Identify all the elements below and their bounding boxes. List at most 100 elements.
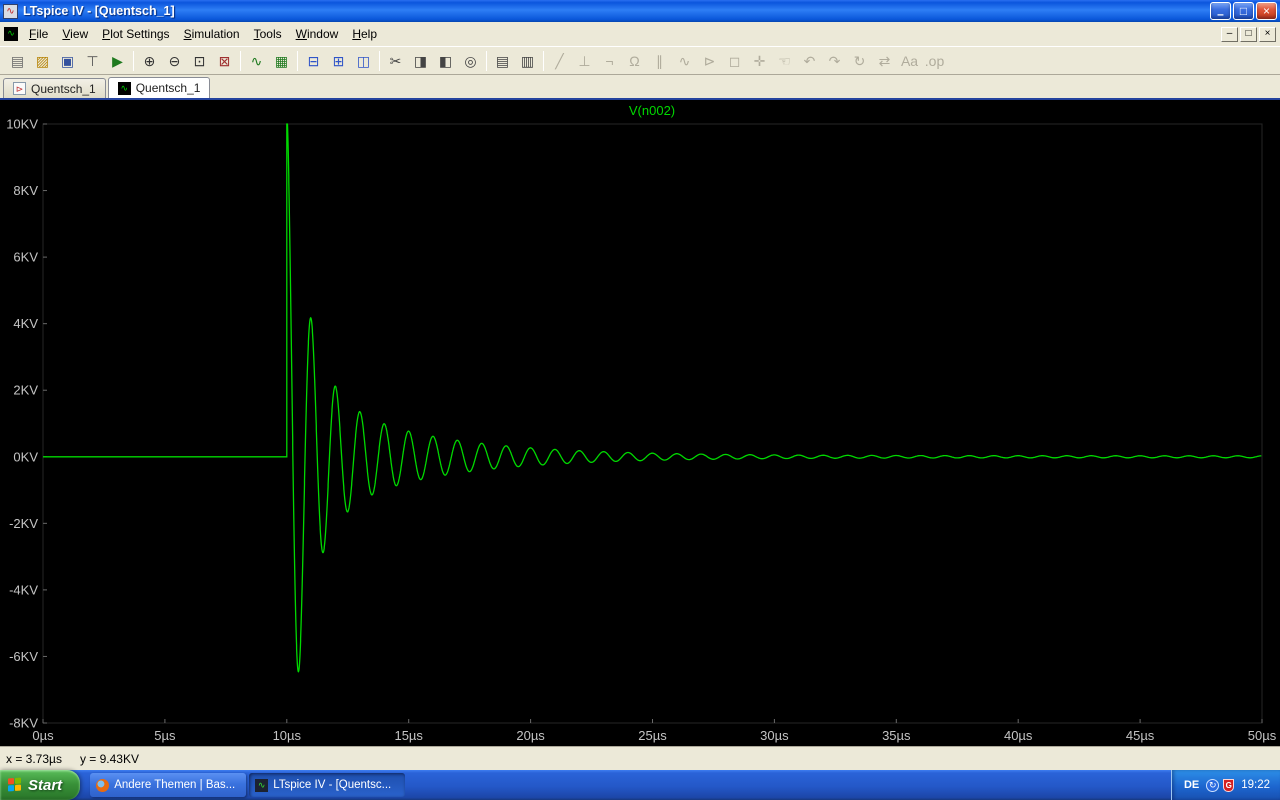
copy-button[interactable]: ◨ bbox=[408, 49, 433, 72]
print-button[interactable]: ▥ bbox=[515, 49, 540, 72]
close-button[interactable]: × bbox=[1256, 2, 1277, 20]
menu-window[interactable]: Window bbox=[289, 24, 346, 44]
x-tick-label: 25µs bbox=[638, 728, 667, 743]
tile-horizontal-icon: ⊟ bbox=[308, 54, 320, 68]
minimize-button[interactable]: – bbox=[1210, 2, 1231, 20]
zoom-out-icon: ⊖ bbox=[169, 54, 181, 68]
window-controls: – □ × bbox=[1208, 2, 1277, 20]
x-tick-label: 15µs bbox=[394, 728, 423, 743]
run-button[interactable]: ▶ bbox=[105, 49, 130, 72]
zoom-full-extents-button[interactable]: ⊡ bbox=[187, 49, 212, 72]
taskbar-item-label: Andere Themen | Bas... bbox=[114, 779, 235, 791]
move-icon: ✛ bbox=[754, 54, 766, 68]
paste-button[interactable]: ◧ bbox=[433, 49, 458, 72]
zoom-out-button[interactable]: ⊖ bbox=[162, 49, 187, 72]
rotate-button: ↻ bbox=[847, 49, 872, 72]
capacitor-icon: ∥ bbox=[656, 54, 663, 68]
plot-settings-icon: ▦ bbox=[275, 54, 288, 68]
ground-button: ⊥ bbox=[572, 49, 597, 72]
titlebar: ∿ LTspice IV - [Quentsch_1] – □ × bbox=[0, 0, 1280, 22]
toolbar-separator bbox=[240, 51, 241, 71]
cascade-windows-icon: ◫ bbox=[357, 54, 370, 68]
tab-waveform-quentsch_1[interactable]: ∿ Quentsch_1 bbox=[108, 77, 211, 98]
mdi-close-button[interactable]: × bbox=[1259, 27, 1276, 42]
y-tick-label: 4KV bbox=[13, 316, 38, 331]
language-indicator[interactable]: DE bbox=[1184, 779, 1199, 791]
tab-schematic-quentsch_1[interactable]: ⊳Quentsch_1 bbox=[3, 78, 106, 98]
firefox-icon bbox=[96, 779, 109, 792]
component-button: ◻ bbox=[722, 49, 747, 72]
waveform-pane[interactable]: V(n002) 10KV8KV6KV4KV2KV0KV-2KV-4KV-6KV-… bbox=[0, 100, 1280, 746]
taskbar-item-label: LTspice IV - [Quentsc... bbox=[273, 779, 391, 791]
ltspice-icon: ∿ bbox=[255, 779, 268, 792]
mdi-close-icon: × bbox=[1265, 28, 1271, 39]
x-tick-label: 40µs bbox=[1004, 728, 1033, 743]
toolbar-separator bbox=[133, 51, 134, 71]
diode-icon: ⊳ bbox=[704, 54, 716, 68]
waveform-plot: V(n002) 10KV8KV6KV4KV2KV0KV-2KV-4KV-6KV-… bbox=[0, 100, 1280, 746]
run-icon: ▶ bbox=[112, 54, 123, 68]
x-tick-label: 35µs bbox=[882, 728, 911, 743]
menu-file[interactable]: File bbox=[22, 24, 55, 44]
mdi-restore-button[interactable]: □ bbox=[1240, 27, 1257, 42]
open-button[interactable]: ▨ bbox=[30, 49, 55, 72]
control-panel-button[interactable]: ⊤ bbox=[80, 49, 105, 72]
draw-wire-icon: ╱ bbox=[555, 54, 563, 68]
waveform-icon: ∿ bbox=[118, 82, 131, 95]
shield-icon[interactable]: G bbox=[1223, 779, 1234, 792]
x-tick-label: 30µs bbox=[760, 728, 789, 743]
spice-directive-button: .op bbox=[922, 49, 947, 72]
find-icon: ◎ bbox=[464, 54, 476, 68]
taskbar: Start Andere Themen | Bas... ∿ LTspice IV … bbox=[0, 770, 1280, 800]
save-button[interactable]: ▣ bbox=[55, 49, 80, 72]
x-tick-label: 10µs bbox=[273, 728, 302, 743]
plot-settings-button[interactable]: ▦ bbox=[269, 49, 294, 72]
menu-simulation[interactable]: Simulation bbox=[177, 24, 247, 44]
menu-plot-settings[interactable]: Plot Settings bbox=[95, 24, 176, 44]
mdi-minimize-button[interactable]: – bbox=[1221, 27, 1238, 42]
print-setup-button[interactable]: ▤ bbox=[490, 49, 515, 72]
system-tray: DE ↻ G 19:22 bbox=[1171, 770, 1280, 800]
x-tick-label: 0µs bbox=[32, 728, 54, 743]
menu-help[interactable]: Help bbox=[345, 24, 384, 44]
autorange-y-button[interactable]: ∿ bbox=[244, 49, 269, 72]
open-icon: ▨ bbox=[36, 54, 49, 68]
maximize-icon: □ bbox=[1240, 4, 1247, 18]
taskbar-item-firefox[interactable]: Andere Themen | Bas... bbox=[90, 773, 246, 797]
zoom-in-button[interactable]: ⊕ bbox=[137, 49, 162, 72]
drag-icon: ☜ bbox=[778, 54, 791, 68]
toolbar-separator bbox=[297, 51, 298, 71]
y-tick-label: 8KV bbox=[13, 183, 38, 198]
undo-icon: ↶ bbox=[804, 54, 816, 68]
y-tick-label: -4KV bbox=[9, 582, 38, 597]
undo-button: ↶ bbox=[797, 49, 822, 72]
y-tick-label: -6KV bbox=[9, 649, 38, 664]
menu-tools[interactable]: Tools bbox=[247, 24, 289, 44]
find-button[interactable]: ◎ bbox=[458, 49, 483, 72]
clock: 19:22 bbox=[1241, 779, 1270, 791]
start-button[interactable]: Start bbox=[0, 770, 80, 800]
inductor-button: ∿ bbox=[672, 49, 697, 72]
menu-view[interactable]: View bbox=[55, 24, 95, 44]
ground-icon: ⊥ bbox=[578, 54, 590, 68]
cursor-y-readout: y = 9.43KV bbox=[80, 752, 139, 766]
tile-vertical-button[interactable]: ⊞ bbox=[326, 49, 351, 72]
taskbar-item-ltspice[interactable]: ∿ LTspice IV - [Quentsc... bbox=[249, 773, 405, 797]
tab-label: Quentsch_1 bbox=[136, 81, 201, 95]
tile-horizontal-button[interactable]: ⊟ bbox=[301, 49, 326, 72]
sync-icon[interactable]: ↻ bbox=[1206, 779, 1219, 792]
text-button: Aa bbox=[897, 49, 922, 72]
cascade-windows-button[interactable]: ◫ bbox=[351, 49, 376, 72]
maximize-button[interactable]: □ bbox=[1233, 2, 1254, 20]
menu-items: FileViewPlot SettingsSimulationToolsWind… bbox=[22, 24, 384, 44]
component-icon: ◻ bbox=[729, 54, 741, 68]
plot-title: V(n002) bbox=[629, 103, 675, 118]
inductor-icon: ∿ bbox=[679, 54, 691, 68]
new-schematic-icon: ▤ bbox=[11, 54, 24, 68]
app-icon: ∿ bbox=[3, 4, 18, 19]
new-schematic-button[interactable]: ▤ bbox=[5, 49, 30, 72]
zoom-undo-button[interactable]: ⊠ bbox=[212, 49, 237, 72]
cut-icon: ✂ bbox=[390, 54, 402, 68]
cut-button[interactable]: ✂ bbox=[383, 49, 408, 72]
label-net-button: ¬ bbox=[597, 49, 622, 72]
